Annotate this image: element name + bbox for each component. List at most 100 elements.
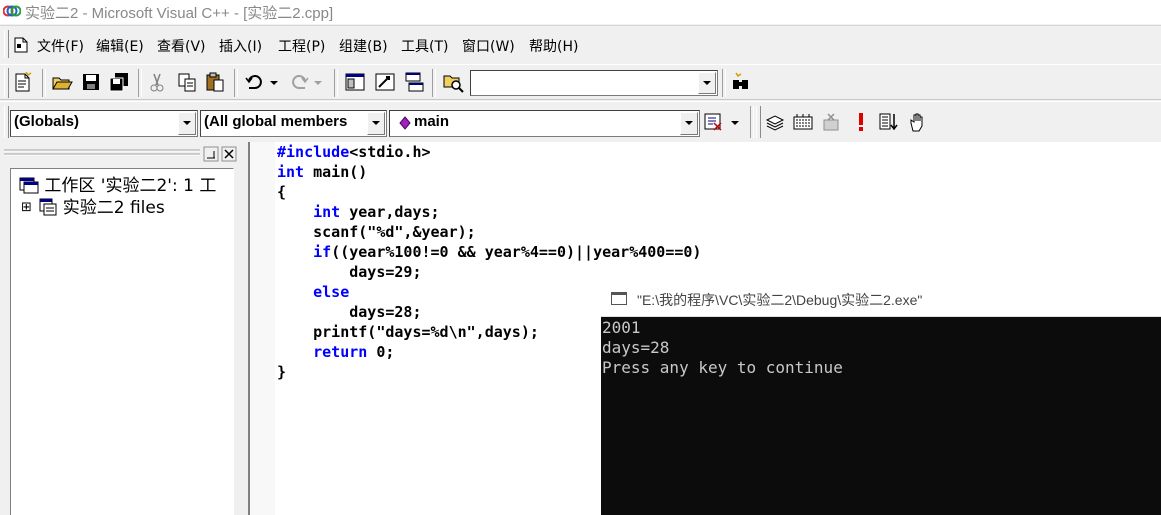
find-combo[interactable] xyxy=(470,70,718,96)
filter-combo[interactable]: (All global members xyxy=(200,110,387,137)
menu-tools[interactable]: 工具(T) xyxy=(401,36,448,56)
breakpoint-hand-icon[interactable] xyxy=(907,111,929,133)
filter-combo-dropdown[interactable] xyxy=(367,112,385,135)
toolbar-grip[interactable] xyxy=(4,68,9,98)
undo-dropdown-icon[interactable] xyxy=(268,71,280,93)
window-list-icon[interactable] xyxy=(403,71,425,93)
menu-edit[interactable]: 编辑(E) xyxy=(96,36,144,56)
project-icon xyxy=(39,198,57,216)
menu-window[interactable]: 窗口(W) xyxy=(462,36,515,56)
workspace-icon xyxy=(19,177,39,194)
code-text-segment: main() xyxy=(304,163,368,181)
workspace-header[interactable] xyxy=(4,146,240,162)
console-title: "E:\我的程序\VC\实验二2\Debug\实验二2.exe" xyxy=(637,292,923,308)
code-keyword: int xyxy=(277,203,341,221)
tree-item-project[interactable]: ⊞ 实验二2 files xyxy=(21,193,165,218)
toolbar-separator xyxy=(138,69,142,97)
title-bar[interactable]: 实验二2 - Microsoft Visual C++ - [实验二2.cpp] xyxy=(0,0,1161,24)
undo-icon[interactable] xyxy=(244,71,266,93)
standard-toolbar xyxy=(0,64,1161,100)
wizardbar-actions-icon[interactable] xyxy=(702,111,724,133)
code-line[interactable]: days=29; xyxy=(277,262,701,282)
console-line: Press any key to continue xyxy=(602,358,843,377)
window-title: 实验二2 - Microsoft Visual C++ - [实验二2.cpp] xyxy=(25,5,334,22)
output-window-icon[interactable] xyxy=(374,71,396,93)
toolbar-separator xyxy=(334,69,338,97)
tree-expand-icon[interactable]: ⊞ xyxy=(21,200,32,215)
menu-view[interactable]: 查看(V) xyxy=(157,36,206,56)
redo-dropdown-icon[interactable] xyxy=(312,71,324,93)
toolbar-grip[interactable] xyxy=(4,106,9,138)
cut-icon[interactable] xyxy=(146,71,168,93)
menu-build[interactable]: 组建(B) xyxy=(339,36,388,56)
build-icon[interactable] xyxy=(792,111,814,133)
code-text-segment: { xyxy=(277,183,287,201)
editor-gutter[interactable] xyxy=(250,142,275,515)
visual-cpp-icon xyxy=(3,5,21,17)
workspace-panel: 工作区 '实验二2': 1 工 ⊞ 实验二2 files xyxy=(0,142,246,515)
code-line[interactable]: if((year%100!=0 && year%4==0)||year%400=… xyxy=(277,242,701,262)
toolbar-separator xyxy=(432,69,436,97)
find-combo-dropdown[interactable] xyxy=(698,72,716,94)
menu-insert[interactable]: 插入(I) xyxy=(219,36,262,56)
console-window[interactable]: "E:\我的程序\VC\实验二2\Debug\实验二2.exe" 2001 day… xyxy=(601,281,1161,515)
console-line: 2001 xyxy=(602,318,641,337)
toolbar-separator xyxy=(722,69,726,97)
workspace-window-icon[interactable] xyxy=(344,71,366,93)
code-keyword: else xyxy=(277,283,350,301)
stop-build-icon[interactable] xyxy=(820,111,842,133)
code-text-segment: } xyxy=(277,363,287,381)
new-text-file-icon[interactable] xyxy=(12,71,34,93)
go-debug-icon[interactable] xyxy=(878,111,900,133)
find-binoculars-icon[interactable] xyxy=(730,71,752,93)
code-text-segment: scanf("%d",&year); xyxy=(277,223,476,241)
compile-icon[interactable] xyxy=(764,111,786,133)
code-line[interactable]: int main() xyxy=(277,162,701,182)
wizardbar-dropdown-icon[interactable] xyxy=(728,111,742,133)
console-line: days=28 xyxy=(602,338,670,357)
toolbar-separator xyxy=(750,106,754,138)
menu-bar: 文件(F) 编辑(E) 查看(V) 插入(I) 工程(P) 组建(B) 工具(T… xyxy=(0,25,1161,61)
code-line[interactable]: int year,days; xyxy=(277,202,701,222)
paste-icon[interactable] xyxy=(204,71,226,93)
code-text-segment: printf("days=%d\n",days); xyxy=(277,323,539,341)
member-combo-value: main xyxy=(414,113,450,130)
save-icon[interactable] xyxy=(80,71,102,93)
code-text-segment: <stdio.h> xyxy=(349,143,431,161)
workspace-tree[interactable]: 工作区 '实验二2': 1 工 ⊞ 实验二2 files xyxy=(10,168,234,515)
toolbar-grip[interactable] xyxy=(756,106,761,138)
toolbar-separator xyxy=(234,69,238,97)
function-purple-diamond-icon xyxy=(399,116,411,130)
code-keyword: return xyxy=(277,343,368,361)
menubar-grip[interactable] xyxy=(4,30,9,58)
copy-icon[interactable] xyxy=(176,71,198,93)
code-text-segment: days=28; xyxy=(277,303,422,321)
document-icon[interactable] xyxy=(14,37,28,53)
tree-label-project: 实验二2 files xyxy=(62,198,165,218)
redo-icon[interactable] xyxy=(288,71,310,93)
class-combo-dropdown[interactable] xyxy=(178,112,196,135)
filter-combo-value: (All global members xyxy=(204,113,348,130)
menu-project[interactable]: 工程(P) xyxy=(278,36,325,56)
code-text-segment: ((year%100!=0 && year%4==0)||year%400==0… xyxy=(331,243,702,261)
console-output: 2001 days=28 Press any key to continue xyxy=(602,318,843,378)
open-folder-icon[interactable] xyxy=(51,71,73,93)
find-in-files-icon[interactable] xyxy=(442,71,464,93)
code-line[interactable]: scanf("%d",&year); xyxy=(277,222,701,242)
console-window-icon xyxy=(611,292,627,305)
class-combo-value: (Globals) xyxy=(14,113,80,130)
save-all-icon[interactable] xyxy=(108,71,130,93)
console-title-bar[interactable]: "E:\我的程序\VC\实验二2\Debug\实验二2.exe" xyxy=(601,281,1161,317)
code-line[interactable]: { xyxy=(277,182,701,202)
code-keyword: if xyxy=(277,243,332,261)
menu-help[interactable]: 帮助(H) xyxy=(529,36,578,56)
member-combo[interactable]: main xyxy=(389,110,700,137)
member-combo-dropdown[interactable] xyxy=(680,112,698,135)
code-text-segment: year,days; xyxy=(340,203,440,221)
wizardbar-toolbar: (Globals) (All global members main xyxy=(0,101,1161,141)
code-text-segment: 0; xyxy=(367,343,395,361)
class-combo[interactable]: (Globals) xyxy=(10,110,198,137)
execute-icon[interactable] xyxy=(850,111,872,133)
code-line[interactable]: #include<stdio.h> xyxy=(277,142,701,162)
menu-file[interactable]: 文件(F) xyxy=(37,36,84,56)
